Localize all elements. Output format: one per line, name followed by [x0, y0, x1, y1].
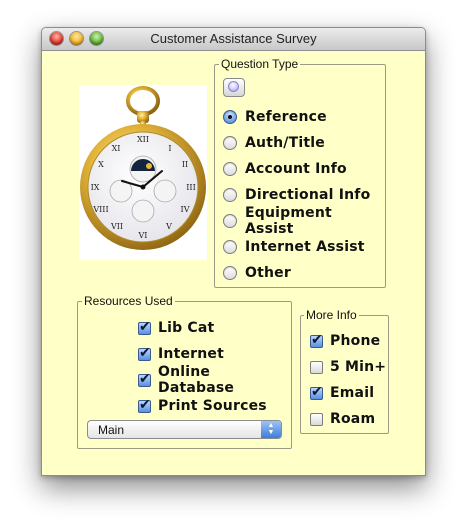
svg-text:IX: IX [91, 183, 100, 192]
checkbox-lib-cat[interactable]: Lib Cat [138, 318, 214, 338]
radio-label: Reference [245, 109, 327, 125]
svg-text:VII: VII [110, 222, 123, 231]
updown-arrows-icon: ▲ ▼ [261, 421, 281, 438]
svg-text:I: I [168, 144, 171, 153]
svg-text:VIII: VIII [92, 205, 108, 214]
survey-window: Customer Assistance Survey XII I II III … [41, 27, 426, 476]
location-popup[interactable]: Main ▲ ▼ [87, 420, 282, 439]
window-title: Customer Assistance Survey [150, 31, 317, 46]
checkbox-online-database[interactable]: Online Database [138, 364, 291, 396]
radio-label: Directional Info [245, 187, 371, 203]
radio-reference[interactable]: Reference [223, 107, 327, 127]
question-type-group: Question Type Reference Auth/Title Accou… [214, 57, 386, 288]
checkbox-indicator[interactable] [138, 319, 151, 335]
radio-account-info[interactable]: Account Info [223, 159, 347, 179]
checkbox-indicator[interactable] [310, 384, 323, 400]
question-type-label: Question Type [219, 57, 301, 71]
radio-auth-title[interactable]: Auth/Title [223, 133, 325, 153]
resources-used-label: Resources Used [82, 294, 175, 308]
svg-text:XII: XII [137, 135, 149, 144]
checkbox-label: Print Sources [158, 398, 267, 414]
checkbox-indicator[interactable] [138, 371, 151, 387]
svg-text:X: X [98, 160, 104, 169]
radio-label: Internet Assist [245, 239, 365, 255]
svg-text:IV: IV [181, 205, 190, 214]
radio-indicator[interactable] [223, 110, 237, 124]
radio-label: Account Info [245, 161, 347, 177]
more-info-group: More Info Phone 5 Min+ Email Roam [300, 308, 389, 434]
checkbox-label: Roam [330, 411, 376, 427]
radio-equipment-assist[interactable]: Equipment Assist [223, 205, 385, 237]
more-info-label: More Info [304, 308, 359, 322]
checkbox-label: Lib Cat [158, 320, 215, 336]
checkbox-indicator[interactable] [310, 360, 323, 374]
radio-indicator[interactable] [223, 214, 237, 228]
svg-text:III: III [186, 183, 195, 192]
radio-indicator[interactable] [223, 188, 237, 202]
checkbox-label: Email [330, 385, 375, 401]
radio-other[interactable]: Other [223, 263, 291, 283]
svg-text:II: II [182, 160, 188, 169]
radio-indicator[interactable] [223, 266, 237, 280]
checkbox-label: Phone [330, 333, 381, 349]
checkbox-5-min[interactable]: 5 Min+ [310, 357, 386, 377]
checkbox-print-sources[interactable]: Print Sources [138, 396, 267, 416]
radio-internet-assist[interactable]: Internet Assist [223, 237, 365, 257]
circle-icon [228, 81, 239, 92]
checkbox-roam[interactable]: Roam [310, 409, 375, 429]
checkbox-internet[interactable]: Internet [138, 344, 224, 364]
svg-text:VI: VI [138, 231, 148, 240]
question-type-color-button[interactable] [223, 78, 245, 97]
radio-label: Equipment Assist [245, 205, 332, 237]
radio-label: Other [245, 265, 291, 281]
checkbox-label: Internet [158, 346, 225, 362]
popup-value: Main [98, 423, 125, 437]
checkbox-indicator[interactable] [310, 412, 323, 426]
radio-indicator[interactable] [223, 136, 237, 150]
radio-label: Auth/Title [245, 135, 325, 151]
svg-text:XI: XI [112, 144, 121, 153]
checkbox-indicator[interactable] [138, 345, 151, 361]
checkbox-phone[interactable]: Phone [310, 331, 380, 351]
radio-indicator[interactable] [223, 240, 237, 254]
svg-text:V: V [165, 222, 172, 231]
checkbox-indicator[interactable] [138, 397, 151, 413]
pocket-watch-icon: XII I II III IV V VI VII VIII IX X XI [80, 86, 206, 250]
radio-directional-info[interactable]: Directional Info [223, 185, 370, 205]
checkbox-indicator[interactable] [310, 332, 323, 348]
pocket-watch-image: XII I II III IV V VI VII VIII IX X XI [79, 85, 207, 260]
checkbox-label: 5 Min+ [330, 359, 387, 375]
checkbox-label: Online Database [158, 364, 235, 396]
checkbox-email[interactable]: Email [310, 383, 374, 403]
title-bar[interactable]: Customer Assistance Survey [42, 28, 425, 51]
radio-indicator[interactable] [223, 162, 237, 176]
